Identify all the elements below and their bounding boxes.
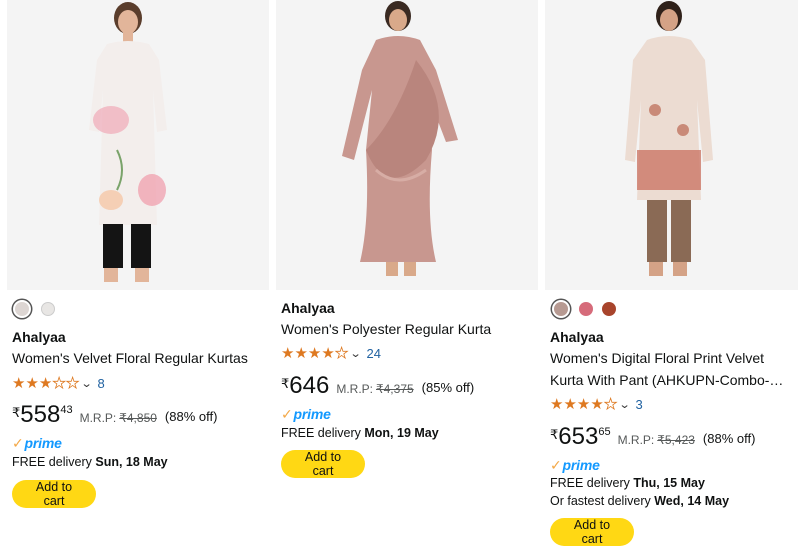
star-full-icon: ★ [563, 396, 577, 413]
product-card: Ahalyaa Women's Polyester Regular Kurta … [276, 0, 538, 551]
star-full-icon: ★ [321, 345, 335, 362]
color-swatch[interactable] [602, 302, 616, 316]
prime-badge: ✓prime [550, 457, 600, 474]
price-whole: 646 [289, 372, 330, 399]
star-empty-icon: ★ [65, 375, 80, 392]
product-title-line-2[interactable]: Kurta With Pant (AHKUPN-Combo-… [550, 369, 783, 391]
price-whole: 558 [20, 401, 61, 428]
rating-count[interactable]: 3 [635, 397, 642, 412]
product-title[interactable]: Women's Velvet Floral Regular Kurtas [12, 347, 248, 369]
discount-label: (85% off) [421, 380, 475, 395]
star-empty-icon: ★ [603, 396, 618, 413]
color-swatch[interactable] [579, 302, 593, 316]
rating-count[interactable]: 24 [366, 346, 380, 361]
prime-label: prime [562, 457, 600, 473]
star-empty-icon: ★ [334, 345, 349, 362]
rating-count[interactable]: 8 [97, 376, 104, 391]
product-brand: Ahalyaa [281, 300, 335, 316]
prime-label: prime [24, 435, 62, 451]
color-swatch[interactable] [41, 302, 55, 316]
star-full-icon: ★ [307, 345, 322, 362]
color-swatch[interactable] [15, 302, 29, 316]
mrp-label: M.R.P: [79, 411, 117, 425]
price-row: ₹ 653 65 M.R.P: ₹5,423 (88% off) [550, 424, 755, 450]
delivery-date: Thu, 15 May [633, 476, 705, 490]
product-image[interactable] [276, 0, 538, 290]
prime-badge: ✓prime [281, 406, 331, 423]
delivery-prefix: FREE delivery [12, 455, 92, 469]
currency-symbol: ₹ [12, 405, 21, 420]
mrp-label: M.R.P: [336, 382, 373, 396]
delivery-date: Sun, 18 May [95, 455, 168, 469]
fastest-delivery-prefix: Or fastest delivery [550, 494, 651, 508]
add-to-cart-button[interactable]: Add to cart [12, 480, 96, 508]
product-card: Ahalyaa Women's Velvet Floral Regular Ku… [7, 0, 269, 551]
chevron-down-icon[interactable]: ⌄ [619, 398, 631, 411]
delivery-prefix: FREE delivery [550, 476, 630, 490]
star-full-icon: ★ [281, 345, 295, 362]
star-full-icon: ★ [25, 375, 39, 392]
price-fraction: 43 [60, 404, 73, 416]
star-empty-icon: ★ [52, 375, 66, 392]
prime-label: prime [293, 406, 331, 422]
prime-check-icon: ✓ [12, 435, 24, 451]
fastest-delivery-date: Wed, 14 May [654, 494, 730, 508]
price-row: ₹ 646 M.R.P: ₹4,375 (85% off) [281, 373, 474, 399]
product-image[interactable] [7, 0, 269, 290]
product-image[interactable] [545, 0, 798, 290]
currency-symbol: ₹ [550, 427, 559, 442]
mrp-label: M.R.P: [617, 433, 655, 447]
delivery-date: Mon, 19 May [364, 426, 439, 440]
prime-badge: ✓prime [12, 435, 62, 452]
price-row: ₹ 558 43 M.R.P: ₹4,850 (88% off) [12, 402, 217, 428]
star-full-icon: ★ [294, 345, 308, 362]
price-whole: 653 [558, 423, 599, 450]
add-to-cart-button[interactable]: Add to cart [550, 518, 634, 546]
star-full-icon: ★ [38, 375, 53, 392]
delivery-prefix: FREE delivery [281, 426, 361, 440]
prime-check-icon: ✓ [281, 406, 293, 422]
discount-label: (88% off) [164, 409, 218, 424]
chevron-down-icon[interactable]: ⌄ [350, 347, 362, 360]
currency-symbol: ₹ [281, 376, 290, 391]
add-to-cart-button[interactable]: Add to cart [281, 450, 365, 478]
product-title[interactable]: Women's Digital Floral Print Velvet [550, 347, 764, 369]
rating-row[interactable]: ★ ★ ★ ★ ★ ⌄ 24 [281, 345, 381, 362]
chevron-down-icon[interactable]: ⌄ [81, 377, 93, 390]
mrp-value: ₹4,850 [119, 411, 157, 425]
star-full-icon: ★ [550, 396, 564, 413]
delivery-info: FREE delivery Mon, 19 May [281, 426, 439, 440]
star-full-icon: ★ [576, 396, 591, 413]
product-title[interactable]: Women's Polyester Regular Kurta [281, 318, 491, 340]
fastest-delivery-info: Or fastest delivery Wed, 14 May [550, 494, 729, 508]
star-full-icon: ★ [12, 375, 26, 392]
discount-label: (88% off) [702, 431, 756, 446]
prime-check-icon: ✓ [550, 457, 562, 473]
mrp-value: ₹4,375 [376, 382, 414, 396]
price-fraction: 65 [598, 426, 611, 438]
star-full-icon: ★ [590, 396, 604, 413]
mrp-value: ₹5,423 [657, 433, 695, 447]
rating-row[interactable]: ★ ★ ★ ★ ★ ⌄ 8 [12, 375, 105, 392]
rating-row[interactable]: ★ ★ ★ ★ ★ ⌄ 3 [550, 396, 643, 413]
color-swatch[interactable] [554, 302, 568, 316]
product-brand: Ahalyaa [550, 329, 604, 345]
delivery-info: FREE delivery Sun, 18 May [12, 455, 168, 469]
product-brand: Ahalyaa [12, 329, 66, 345]
delivery-info: FREE delivery Thu, 15 May [550, 476, 705, 490]
product-card: Ahalyaa Women's Digital Floral Print Vel… [545, 0, 798, 551]
